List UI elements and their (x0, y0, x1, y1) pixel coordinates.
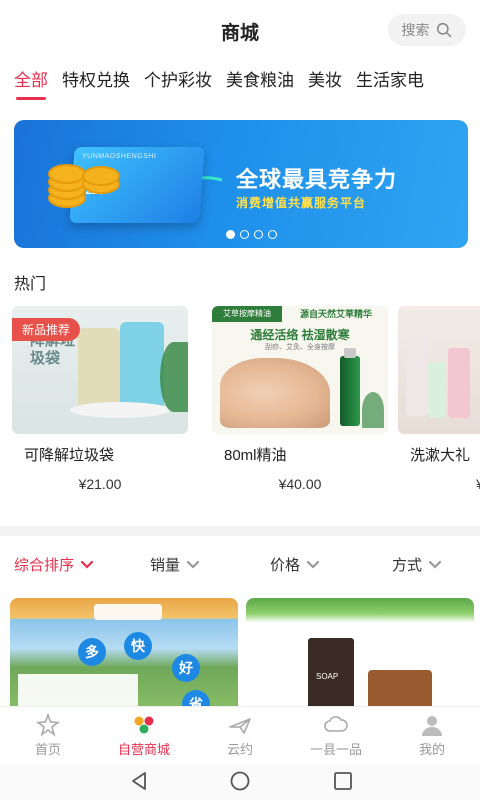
hot-section-title: 热门 (14, 276, 47, 293)
sort-label: 销量 (150, 557, 181, 574)
tab-home-appliances[interactable]: 生活家电 (356, 66, 424, 102)
user-icon (422, 716, 442, 736)
sort-label: 方式 (392, 557, 423, 574)
system-navigation-bar (0, 764, 480, 800)
carousel-dots (226, 230, 277, 239)
sort-label: 综合排序 (14, 557, 75, 574)
tab-label: 自营商城 (117, 742, 170, 757)
chevron-down-icon (187, 560, 200, 569)
category-tabs: 全部 特权兑换 个护彩妆 美食粮油 美妆 生活家电 (0, 66, 480, 106)
product-name: 洗漱大礼 (410, 447, 471, 464)
tab-privilege-exchange[interactable]: 特权兑换 (62, 66, 130, 102)
tab-label: 云约 (226, 742, 253, 757)
sort-bar: 综合排序 销量 价格 方式 (0, 550, 480, 578)
tab-all[interactable]: 全部 (14, 66, 48, 102)
image-subtext: 刮痧、艾灸、全身按摩 (265, 344, 335, 351)
plane-icon (229, 718, 251, 734)
bottom-tab-bar: 首页 自营商城 云约 一县一品 我的 (0, 706, 480, 764)
search-button[interactable]: 搜索 (388, 14, 466, 46)
carousel-dot-2[interactable] (240, 230, 249, 239)
tab-self-mall[interactable]: 自营商城 (96, 713, 192, 758)
carousel-dot-3[interactable] (254, 230, 263, 239)
image-top-right: 源自天然艾草精华 (299, 309, 372, 319)
tab-label: 我的 (418, 742, 445, 757)
product-card-soap[interactable]: SOAP (246, 598, 474, 710)
chevron-down-icon (429, 560, 442, 569)
product-card-farm[interactable]: 多 快 好 省 (10, 598, 238, 710)
tab-profile[interactable]: 我的 (384, 713, 480, 758)
new-product-tag: 新品推荐 (12, 318, 81, 341)
hot-item-garbage-bags[interactable]: 降解垃圾袋 新品推荐 可降解垃圾袋 ¥21.00 (12, 306, 188, 492)
sort-label: 价格 (270, 557, 301, 574)
banner-headline: 全球最具竞争力 (236, 167, 398, 192)
home-icon[interactable] (229, 770, 251, 792)
sort-price[interactable]: 价格 (270, 554, 320, 575)
recents-icon[interactable] (332, 770, 354, 792)
home-star-icon (36, 713, 60, 737)
tab-personal-care[interactable]: 个护彩妆 (144, 66, 212, 102)
image-headline: 通经活络 祛湿散寒 (250, 328, 350, 342)
promo-banner[interactable]: YUNMAOSHENGSHI 422$ 全球最具竞争力 消费增值共赢服务平台 (14, 120, 468, 248)
garbage-bags-image: 降解垃圾袋 新品推荐 (12, 306, 188, 434)
back-icon[interactable] (128, 770, 150, 792)
product-price: ¥3 (476, 476, 480, 492)
tab-county-product[interactable]: 一县一品 (288, 713, 384, 758)
tab-home[interactable]: 首页 (0, 713, 96, 758)
hot-products-row: 降解垃圾袋 新品推荐 可降解垃圾袋 ¥21.00 艾草按摩精油 源自天然艾草精华… (0, 306, 480, 496)
hot-item-essential-oil[interactable]: 艾草按摩精油 源自天然艾草精华 通经活络 祛湿散寒 刮痧、艾灸、全身按摩 80m… (212, 306, 388, 492)
card-brand-text: YUNMAOSHENGSHI (81, 153, 157, 160)
section-divider (0, 526, 480, 536)
sort-method[interactable]: 方式 (392, 554, 442, 575)
chevron-down-icon (307, 560, 320, 569)
bubble-hao: 好 (172, 654, 200, 682)
soap-label: SOAP (316, 672, 339, 681)
carousel-dot-1[interactable] (226, 230, 235, 239)
tab-beauty[interactable]: 美妆 (308, 66, 342, 102)
essential-oil-image: 艾草按摩精油 源自天然艾草精华 通经活络 祛湿散寒 刮痧、艾灸、全身按摩 (212, 306, 388, 434)
carousel-dot-4[interactable] (268, 230, 277, 239)
app-header: 商城 搜索 (0, 0, 480, 58)
mall-icon (134, 716, 154, 734)
chevron-down-icon (81, 560, 94, 569)
product-name: 可降解垃圾袋 (24, 447, 115, 464)
product-name: 80ml精油 (224, 447, 287, 464)
search-icon (436, 22, 451, 37)
tab-label: 一县一品 (309, 742, 362, 757)
cloud-icon (324, 716, 348, 732)
search-label: 搜索 (401, 22, 430, 38)
sort-sales[interactable]: 销量 (150, 554, 200, 575)
image-top-left: 艾草按摩精油 (212, 306, 282, 322)
image-caption: 降解垃圾袋 (30, 332, 75, 367)
product-price: ¥40.00 (278, 476, 322, 492)
bubble-kuai: 快 (124, 632, 152, 660)
tab-cloud-appointment[interactable]: 云约 (192, 713, 288, 758)
bubble-duo: 多 (78, 638, 106, 666)
toiletries-image (398, 306, 480, 434)
sort-comprehensive[interactable]: 综合排序 (14, 554, 94, 575)
hot-item-toiletries-gift[interactable]: 洗漱大礼 ¥3 (398, 306, 480, 492)
banner-subline: 消费增值共赢服务平台 (236, 196, 367, 210)
tab-food-grain-oil[interactable]: 美食粮油 (226, 66, 294, 102)
tab-label: 首页 (34, 742, 61, 757)
product-price: ¥21.00 (78, 476, 122, 492)
